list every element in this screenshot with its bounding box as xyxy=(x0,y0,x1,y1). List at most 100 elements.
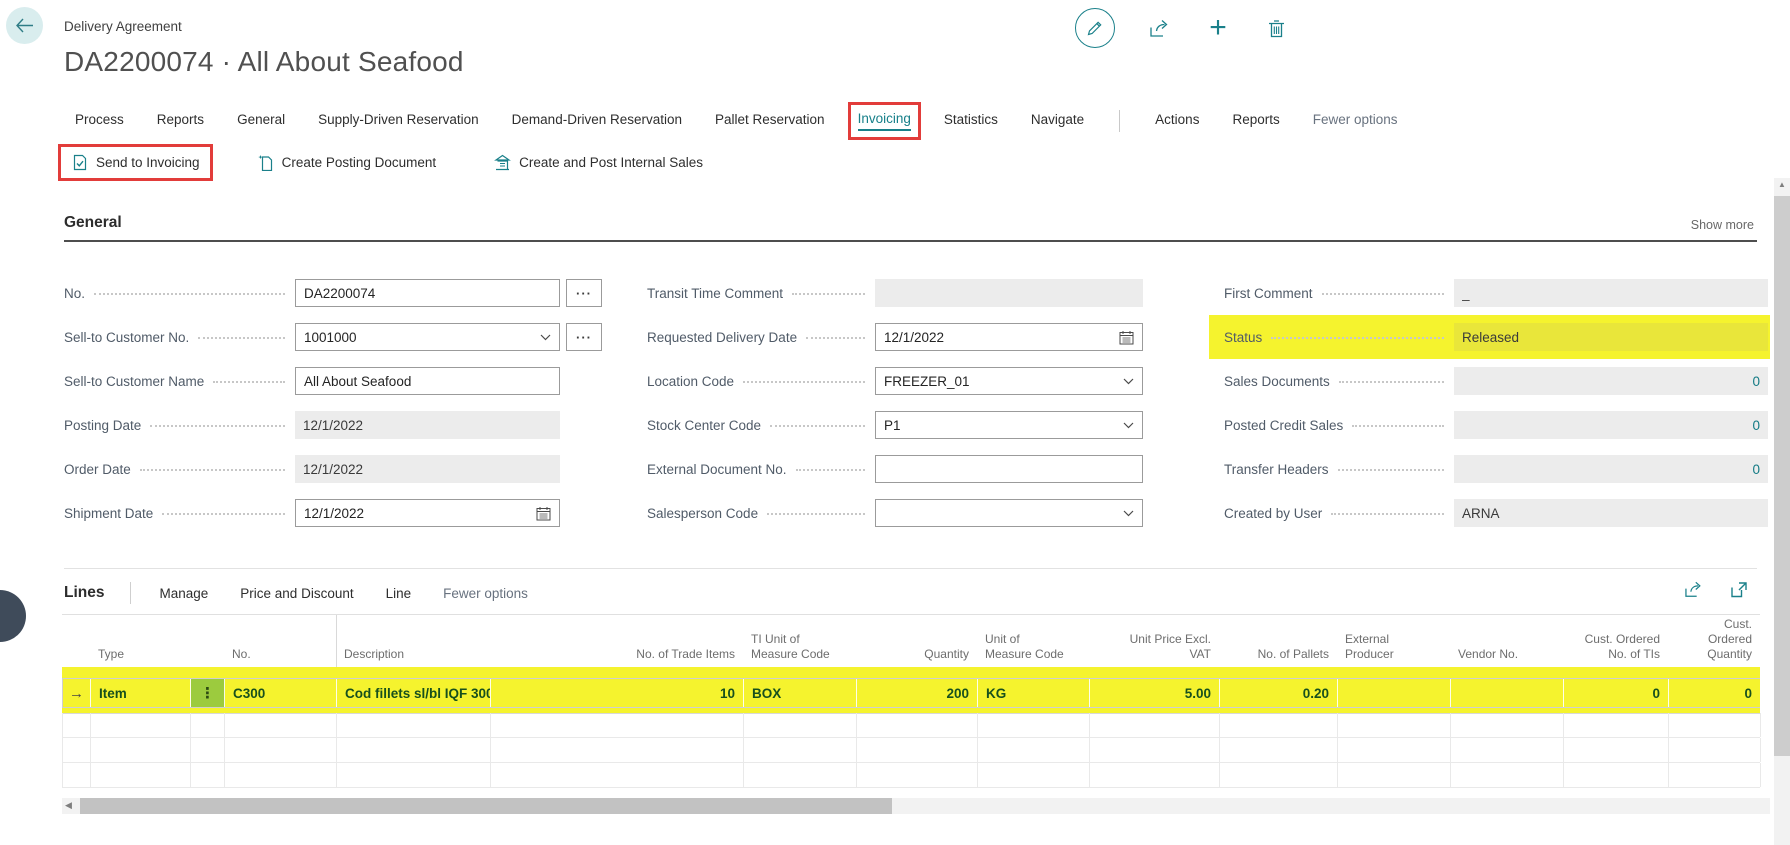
empty-cell xyxy=(491,738,744,762)
field-salesperson-code-input[interactable] xyxy=(875,499,1143,527)
field-posting-date-input: 12/1/2022 xyxy=(295,411,560,439)
field-status-input: Released xyxy=(1454,323,1768,351)
chevron-down-icon[interactable] xyxy=(540,334,551,341)
delete-button[interactable] xyxy=(1263,9,1289,47)
chevron-down-icon[interactable] xyxy=(1123,510,1134,517)
action-label: Send to Invoicing xyxy=(96,155,200,170)
field-requested-delivery-date: Requested Delivery Date12/1/2022 xyxy=(647,323,1143,351)
column-header-no-of-trade-items[interactable]: No. of Trade Items xyxy=(490,647,743,667)
vertical-scrollbar-thumb[interactable] xyxy=(1774,196,1790,756)
column-header-external-producer[interactable]: External Producer xyxy=(1337,632,1450,667)
tab-process[interactable]: Process xyxy=(75,112,124,130)
lines-table: Type No.DescriptionNo. of Trade ItemsTI U… xyxy=(62,614,1760,788)
page-caption: Delivery Agreement xyxy=(64,19,182,34)
chevron-down-icon[interactable] xyxy=(1123,378,1134,385)
tab-reports[interactable]: Reports xyxy=(1232,112,1279,130)
column-header-no-of-pallets[interactable]: No. of Pallets xyxy=(1219,647,1337,667)
field-sell-to-customer-name-input[interactable]: All About Seafood xyxy=(295,367,560,395)
show-more-link[interactable]: Show more xyxy=(1691,218,1754,232)
assist-edit-ellipsis-button[interactable]: ··· xyxy=(566,279,602,307)
vertical-scrollbar[interactable]: ▲ xyxy=(1774,178,1790,845)
cell-no-of-pallets[interactable]: 0.20 xyxy=(1220,679,1338,707)
scroll-left-arrow-icon[interactable]: ◀ xyxy=(65,800,72,811)
column-header-ti-unit-of-measure-code[interactable]: TI Unit of Measure Code xyxy=(743,632,856,667)
empty-cell xyxy=(91,713,191,737)
column-header-cust-ordered-no-of-tis[interactable]: Cust. Ordered No. of TIs xyxy=(1563,632,1668,667)
column-header-cust-ordered-quantity[interactable]: Cust. Ordered Quantity xyxy=(1668,617,1760,667)
cell-type[interactable]: Item xyxy=(91,679,191,707)
table-header-row: Type No.DescriptionNo. of Trade ItemsTI U… xyxy=(62,615,1760,667)
tab-actions[interactable]: Actions xyxy=(1155,112,1199,130)
cell-external-producer[interactable] xyxy=(1338,679,1451,707)
calendar-icon[interactable] xyxy=(1119,330,1134,345)
field-location-code-input[interactable]: FREEZER_01 xyxy=(875,367,1143,395)
cell-cust-ordered-quantity[interactable]: 0 xyxy=(1669,679,1761,707)
back-button[interactable] xyxy=(6,7,43,44)
tab-invoicing[interactable]: Invoicing xyxy=(858,111,911,131)
cell-no-of-trade-items[interactable]: 10 xyxy=(491,679,744,707)
tab-general[interactable]: General xyxy=(237,112,285,130)
cell-quantity[interactable]: 200 xyxy=(857,679,978,707)
cell-cust-ordered-no-of-tis[interactable]: 0 xyxy=(1564,679,1669,707)
empty-cell xyxy=(744,713,857,737)
lines-tab-line[interactable]: Line xyxy=(386,586,412,601)
send-to-invoicing-button[interactable]: Send to Invoicing xyxy=(72,154,200,171)
column-header-unit-of-measure-code[interactable]: Unit of Measure Code xyxy=(977,632,1089,667)
share-lines-button[interactable] xyxy=(1684,581,1704,598)
general-section-heading[interactable]: General xyxy=(64,214,122,232)
row-menu-ellipsis-button[interactable]: ⋮ xyxy=(191,679,225,707)
field-sell-to-customer-no-input[interactable]: 1001000 xyxy=(295,323,560,351)
create-posting-document-button[interactable]: Create Posting Document xyxy=(258,154,437,171)
tab-statistics[interactable]: Statistics xyxy=(944,112,998,130)
field-no-input[interactable]: DA2200074 xyxy=(295,279,560,307)
tab-reports[interactable]: Reports xyxy=(157,112,204,130)
field-external-document-no-input[interactable] xyxy=(875,455,1143,483)
field-value-link[interactable]: 0 xyxy=(1462,462,1760,477)
tab-fewer-options[interactable]: Fewer options xyxy=(1313,112,1398,130)
field-transfer-headers: Transfer Headers0 xyxy=(1224,455,1768,483)
create-and-post-internal-sales-button[interactable]: Create and Post Internal Sales xyxy=(494,154,703,171)
tab-supply-driven-reservation[interactable]: Supply-Driven Reservation xyxy=(318,112,479,130)
tab-demand-driven-reservation[interactable]: Demand-Driven Reservation xyxy=(512,112,682,130)
column-header-unit-price-excl-vat[interactable]: Unit Price Excl. VAT xyxy=(1089,632,1219,667)
column-header-vendor-no[interactable]: Vendor No. xyxy=(1450,647,1563,667)
page-title: DA2200074 · All About Seafood xyxy=(64,46,464,78)
cell-unit-of-measure-code[interactable]: KG xyxy=(978,679,1090,707)
tab-pallet-reservation[interactable]: Pallet Reservation xyxy=(715,112,825,130)
tab-navigate[interactable]: Navigate xyxy=(1031,112,1084,130)
cell-description[interactable]: Cod fillets sl/bl IQF 300-400 ... xyxy=(337,679,491,707)
lines-tab-price-and-discount[interactable]: Price and Discount xyxy=(240,586,353,601)
share-button[interactable] xyxy=(1147,9,1173,47)
scroll-up-arrow-icon[interactable]: ▲ xyxy=(1778,180,1786,189)
cell-ti-unit-of-measure-code[interactable]: BOX xyxy=(744,679,857,707)
lines-tab-manage[interactable]: Manage xyxy=(159,586,208,601)
horizontal-scrollbar[interactable]: ◀ xyxy=(62,798,1770,814)
field-value-link[interactable]: 0 xyxy=(1462,418,1760,433)
popout-button[interactable] xyxy=(1730,581,1748,598)
field-posting-date: Posting Date12/1/2022 xyxy=(64,411,560,439)
column-header-type[interactable]: Type xyxy=(90,647,190,667)
cell-vendor-no[interactable] xyxy=(1451,679,1564,707)
column-header-no[interactable]: No. xyxy=(224,647,336,667)
horizontal-scrollbar-thumb[interactable] xyxy=(80,798,892,814)
field-stock-center-code-input[interactable]: P1 xyxy=(875,411,1143,439)
field-label: No. xyxy=(64,286,85,301)
calendar-icon[interactable] xyxy=(536,506,551,521)
column-header-quantity[interactable]: Quantity xyxy=(856,647,977,667)
edit-pencil-button[interactable] xyxy=(1075,8,1115,48)
table-row[interactable]: →Item⋮C300Cod fillets sl/bl IQF 300-400 … xyxy=(62,678,1760,708)
field-label: Sales Documents xyxy=(1224,374,1330,389)
lines-tab-fewer-options[interactable]: Fewer options xyxy=(443,586,528,601)
column-header-description[interactable]: Description xyxy=(336,647,490,667)
cell-no[interactable]: C300 xyxy=(225,679,337,707)
action-label: Create Posting Document xyxy=(282,155,437,170)
assist-edit-ellipsis-button[interactable]: ··· xyxy=(566,323,602,351)
cell-unit-price-excl-vat[interactable]: 5.00 xyxy=(1090,679,1220,707)
side-panel-handle[interactable] xyxy=(0,590,26,642)
field-shipment-date-input[interactable]: 12/1/2022 xyxy=(295,499,560,527)
chevron-down-icon[interactable] xyxy=(1123,422,1134,429)
add-button[interactable]: + xyxy=(1205,9,1231,47)
field-value-link[interactable]: 0 xyxy=(1462,374,1760,389)
field-requested-delivery-date-input[interactable]: 12/1/2022 xyxy=(875,323,1143,351)
share-icon xyxy=(1149,19,1171,38)
